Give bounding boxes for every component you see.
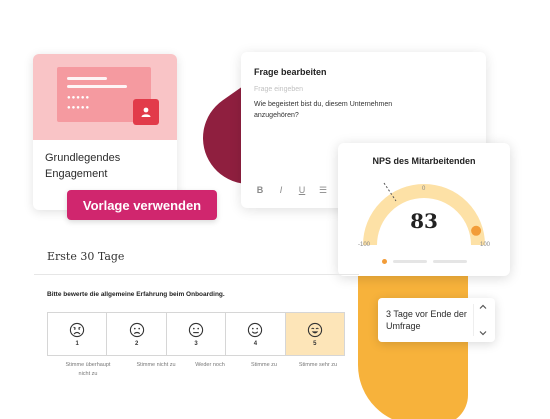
underline-icon[interactable]: U [296,185,308,196]
carousel-dot-active[interactable] [382,259,387,264]
happy-face-icon [248,322,263,337]
rating-label: Stimme zu [251,362,277,368]
use-template-button[interactable]: Vorlage verwenden [67,190,217,220]
reminder-stepper: 3 Tage vor Ende der Umfrage [378,298,495,342]
thumbnail-line [67,85,127,88]
rating-label: Stimme sehr zu [298,362,338,368]
rating-option-1[interactable]: 1 [48,313,108,355]
bold-icon[interactable]: B [254,185,266,196]
gauge-mid-label: 0 [422,186,426,192]
rating-number: 1 [75,340,79,347]
rating-option-3[interactable]: 3 [167,313,227,355]
gauge-min-label: -100 [358,242,371,248]
chevron-down-icon[interactable] [478,328,488,338]
rating-option-5-selected[interactable]: 5 [285,313,345,355]
format-toolbar: B I U ☰ ☰ [254,185,350,196]
nps-card: NPS des Mitarbeitenden 0 -100 100 83 [338,143,510,276]
gauge-max-label: 100 [480,242,491,248]
rating-label: Stimme nicht zu [136,362,176,368]
very-happy-face-icon [307,322,322,337]
rating-number: 4 [253,340,258,347]
rating-number: 2 [134,340,139,347]
thumbnail-dots: ●●●●● [67,105,91,111]
promo-stage: ●●●●● ●●●●● Grundlegendes Engagement Vor… [0,0,550,419]
rating-option-4[interactable]: 4 [226,313,286,355]
very-sad-face-icon [70,322,85,337]
nps-title: NPS des Mitarbeitenden [372,156,476,166]
edit-card-title: Frage bearbeiten [254,67,327,77]
section-divider [34,274,359,275]
template-title: Grundlegendes Engagement [45,152,121,180]
rating-option-2[interactable]: 2 [107,313,167,355]
question-text[interactable]: Wie begeistert bist du, diesem Unternehm… [254,99,404,121]
rating-labels: Stimme überhaupt nicht zu Stimme nicht z… [47,361,345,379]
section-title: Erste 30 Tage [47,250,125,263]
bullet-list-icon[interactable]: ☰ [317,185,329,196]
rating-number: 3 [194,340,198,347]
thumbnail-dots: ●●●●● [67,95,91,101]
carousel-indicator[interactable] [382,259,467,264]
user-icon [133,99,159,125]
reminder-arrows [475,302,491,338]
rating-number: 5 [313,340,317,347]
neutral-face-icon [188,322,204,337]
reminder-divider [473,304,474,336]
carousel-dot[interactable] [433,260,467,263]
rating-label: Weder noch [195,362,225,368]
thumbnail-line [67,77,107,80]
nps-score: 83 [410,209,438,233]
chevron-up-icon[interactable] [478,302,488,312]
survey-question: Bitte bewerte die allgemeine Erfahrung b… [47,291,225,298]
sad-face-icon [129,322,144,337]
rating-label: Stimme überhaupt nicht zu [65,362,111,377]
reminder-text: 3 Tage vor Ende der Umfrage [386,309,467,331]
italic-icon[interactable]: I [275,185,287,196]
rating-scale: 1 2 3 4 5 [47,312,345,356]
template-thumbnail: ●●●●● ●●●●● [33,54,177,140]
question-input-placeholder[interactable]: Frage eingeben [254,86,303,93]
template-card[interactable]: ●●●●● ●●●●● Grundlegendes Engagement [33,54,177,210]
carousel-dot[interactable] [393,260,427,263]
